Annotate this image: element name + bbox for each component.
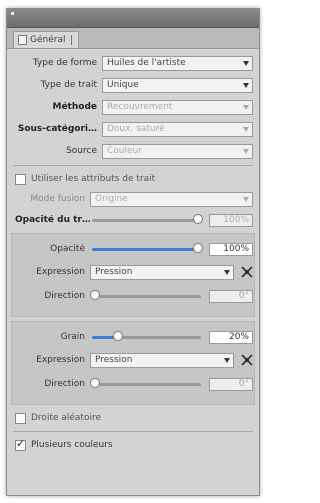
slider-thumb[interactable] — [112, 331, 123, 341]
slider-fill — [92, 248, 195, 251]
source-select[interactable]: Couleur — [102, 143, 253, 159]
chevron-down-icon — [243, 104, 249, 110]
grain-direction-value[interactable]: 0° — [209, 377, 253, 391]
tab-bar: Général — [7, 28, 259, 49]
stroke-opacity-slider[interactable] — [90, 213, 203, 227]
divider — [13, 165, 253, 166]
multi-color-row: Plusieurs couleurs — [15, 436, 253, 454]
stroke-attributes-checkbox[interactable] — [15, 173, 26, 185]
source-label: Source — [66, 146, 97, 156]
stroke-opacity-value[interactable]: 100% — [209, 213, 253, 227]
fusion-mode-value: Origine — [95, 194, 128, 204]
opacity-expression-select[interactable]: Pression — [90, 264, 234, 280]
method-select[interactable]: Recouvrement — [102, 99, 253, 115]
tab-separator — [71, 35, 73, 45]
method-row: Méthode Recouvrement — [15, 98, 253, 116]
stroke-type-value: Unique — [107, 80, 139, 90]
slider-thumb[interactable] — [90, 378, 100, 388]
grain-row: Grain 20% — [15, 328, 253, 346]
brush-type-value: Huiles de l'artiste — [107, 58, 186, 68]
grain-expression-label: Expression — [36, 355, 85, 365]
fusion-mode-select[interactable]: Origine — [90, 191, 253, 207]
opacity-expression-row: Expression Pression — [15, 263, 253, 281]
stroke-type-row: Type de trait Unique — [15, 76, 253, 94]
source-value: Couleur — [107, 146, 142, 156]
slider-fill — [92, 336, 115, 339]
subcategory-value: Doux, saturé — [107, 124, 165, 134]
chevron-down-icon — [243, 148, 249, 154]
slider-thumb[interactable] — [193, 243, 203, 253]
fusion-mode-label: Mode fusion — [30, 194, 85, 204]
multi-color-label: Plusieurs couleurs — [31, 440, 113, 450]
slider-thumb[interactable] — [193, 214, 203, 224]
brush-type-row: Type de forme Huiles de l'artiste — [15, 54, 253, 72]
opacity-slider[interactable] — [90, 242, 203, 256]
brush-type-label: Type de forme — [32, 58, 97, 68]
grain-direction-row: Direction 0° — [15, 375, 253, 393]
opacity-label: Opacité — [50, 244, 85, 254]
page-icon — [18, 35, 27, 45]
chevron-down-icon — [243, 196, 249, 202]
slider-thumb[interactable] — [90, 290, 100, 300]
source-row: Source Couleur — [15, 142, 253, 160]
multi-color-checkbox[interactable] — [15, 437, 26, 451]
jitter-icon[interactable] — [240, 266, 253, 279]
subcategory-row: Sous-catégori… Doux, saturé — [15, 120, 253, 138]
slider-track — [92, 383, 201, 386]
jitter-icon[interactable] — [240, 354, 253, 367]
opacity-direction-label: Direction — [44, 291, 85, 301]
straight-line-row: Droite aléatoire — [15, 409, 253, 427]
subcategory-label: Sous-catégori… — [17, 124, 97, 134]
grain-label: Grain — [60, 332, 85, 342]
opacity-expression-value: Pression — [95, 267, 133, 277]
slider-track — [92, 295, 201, 298]
stroke-opacity-label: Opacité du tr… — [15, 215, 90, 225]
opacity-direction-slider[interactable] — [90, 289, 203, 303]
stroke-type-select[interactable]: Unique — [102, 77, 253, 93]
method-label: Méthode — [52, 102, 98, 112]
grain-slider[interactable] — [90, 330, 203, 344]
stroke-type-label: Type de trait — [40, 80, 97, 90]
tab-general[interactable]: Général — [13, 31, 80, 48]
grain-expression-row: Expression Pression — [15, 351, 253, 369]
straight-line-label: Droite aléatoire — [31, 413, 102, 423]
panel-titlebar[interactable] — [7, 9, 259, 28]
chevron-down-icon — [243, 60, 249, 66]
stroke-attributes-row: Utiliser les attributs de trait — [15, 170, 253, 188]
slider-track — [92, 219, 201, 222]
opacity-direction-value[interactable]: 0° — [209, 289, 253, 303]
grip-icon — [11, 12, 14, 15]
properties-panel: Général Type de forme Huiles de l'artist… — [6, 8, 260, 496]
grain-direction-label: Direction — [44, 379, 85, 389]
method-value: Recouvrement — [107, 102, 173, 112]
chevron-down-icon — [243, 82, 249, 88]
brush-type-select[interactable]: Huiles de l'artiste — [102, 55, 253, 71]
straight-line-checkbox[interactable] — [15, 412, 26, 424]
divider — [13, 431, 253, 432]
opacity-direction-row: Direction 0° — [15, 287, 253, 305]
chevron-down-icon — [224, 357, 230, 363]
opacity-row: Opacité 100% — [15, 240, 253, 258]
tab-general-label: Général — [30, 35, 66, 45]
grain-value[interactable]: 20% — [209, 330, 253, 344]
grain-expression-value: Pression — [95, 355, 133, 365]
fusion-mode-row: Mode fusion Origine — [15, 190, 253, 208]
chevron-down-icon — [224, 269, 230, 275]
stroke-attributes-label: Utiliser les attributs de trait — [31, 174, 156, 184]
opacity-expression-label: Expression — [36, 267, 85, 277]
grain-expression-select[interactable]: Pression — [90, 352, 234, 368]
panel-content: Type de forme Huiles de l'artiste Type d… — [7, 49, 259, 495]
subcategory-select[interactable]: Doux, saturé — [102, 121, 253, 137]
grain-direction-slider[interactable] — [90, 377, 203, 391]
chevron-down-icon — [243, 126, 249, 132]
stroke-opacity-row: Opacité du tr… 100% — [15, 211, 253, 229]
opacity-value[interactable]: 100% — [209, 242, 253, 256]
